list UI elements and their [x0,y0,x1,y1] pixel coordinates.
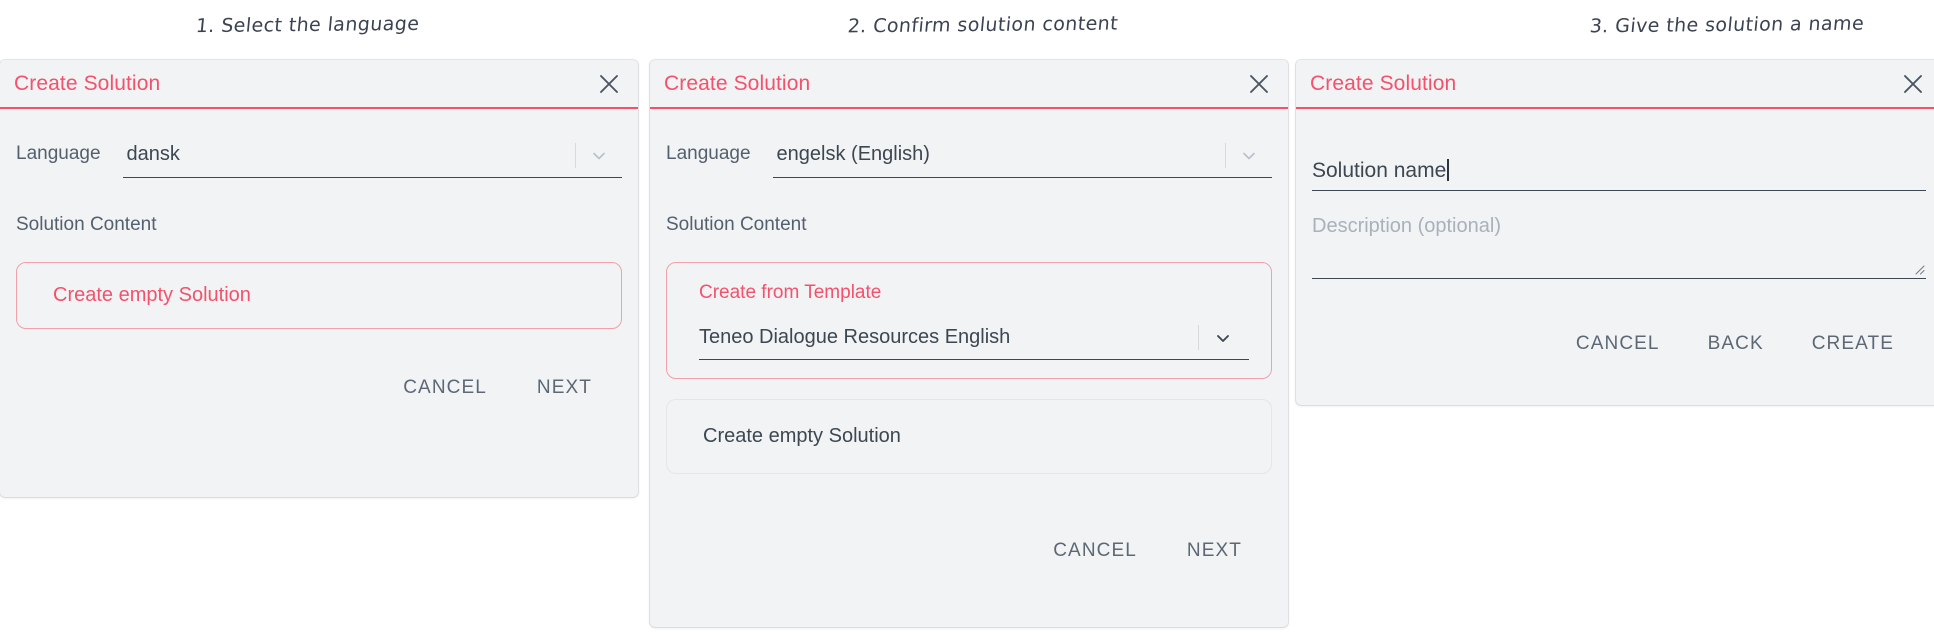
create-solution-dialog-step1: Create Solution Language dansk Solution … [0,60,638,497]
chevron-down-icon[interactable] [1240,147,1258,165]
solution-content-label: Solution Content [16,214,157,235]
dialog-header: Create Solution [0,60,638,109]
language-select-value: engelsk (English) [776,142,930,165]
close-icon[interactable] [1900,71,1926,97]
resize-grip-icon[interactable] [1912,262,1925,275]
option-create-from-template[interactable]: Create from Template Teneo Dialogue Reso… [666,262,1272,379]
screenshot-root: 1. Select the language 2. Confirm soluti… [0,0,1934,636]
dialog-body: Language engelsk (English) Solution Cont… [650,109,1288,566]
step-caption-1: 1. Select the language [194,12,421,38]
select-divider [1225,143,1226,168]
dialog-header: Create Solution [650,60,1288,109]
option-create-empty-solution[interactable]: Create empty Solution [666,399,1272,474]
create-button[interactable]: CREATE [1810,329,1896,359]
template-select-value: Teneo Dialogue Resources English [699,325,1011,348]
step-caption-2: 2. Confirm solution content [846,12,1120,38]
back-button[interactable]: BACK [1706,329,1766,359]
language-select-value: dansk [126,142,180,165]
select-divider [1198,325,1199,350]
option-label: Create empty Solution [703,425,901,447]
create-solution-dialog-step2: Create Solution Language engelsk (Englis… [650,60,1288,627]
dialog-actions: CANCEL NEXT [666,536,1272,566]
next-button[interactable]: NEXT [535,373,594,403]
next-button[interactable]: NEXT [1185,536,1244,566]
solution-name-value: Solution name [1312,159,1447,182]
solution-content-label: Solution Content [666,214,807,235]
chevron-down-icon[interactable] [590,147,608,165]
dialog-title: Create Solution [664,71,811,95]
dialog-title: Create Solution [1310,71,1457,95]
cancel-button[interactable]: CANCEL [1574,329,1662,359]
language-label: Language [666,143,751,164]
language-label: Language [16,143,101,164]
select-divider [575,143,576,168]
cancel-button[interactable]: CANCEL [1051,536,1139,566]
chevron-down-icon[interactable] [1213,328,1233,348]
solution-name-field[interactable]: Solution name [1312,145,1926,191]
dialog-actions: CANCEL NEXT [16,373,622,403]
dialog-body: Language dansk Solution Content Create e… [0,109,638,403]
template-select[interactable]: Teneo Dialogue Resources English [699,318,1249,360]
option-create-empty-solution[interactable]: Create empty Solution [16,262,622,329]
dialog-header: Create Solution [1296,60,1934,109]
description-field[interactable]: Description (optional) [1312,213,1926,279]
language-select[interactable]: engelsk (English) [772,134,1272,178]
language-select[interactable]: dansk [122,134,622,178]
option-label: Create empty Solution [53,284,251,306]
language-row: Language dansk [16,109,622,178]
close-icon[interactable] [1246,71,1272,97]
step-caption-3: 3. Give the solution a name [1588,12,1866,38]
create-solution-dialog-step3: Create Solution Solution name Descriptio… [1296,60,1934,405]
cancel-button[interactable]: CANCEL [401,373,489,403]
text-caret [1447,159,1449,181]
dialog-actions: CANCEL BACK CREATE [1312,329,1926,359]
dialog-body: Solution name Description (optional) CAN… [1296,145,1934,359]
option-label: Create from Template [699,282,882,303]
dialog-title: Create Solution [14,71,161,95]
description-placeholder: Description (optional) [1312,215,1501,237]
close-icon[interactable] [596,71,622,97]
language-row: Language engelsk (English) [666,109,1272,178]
